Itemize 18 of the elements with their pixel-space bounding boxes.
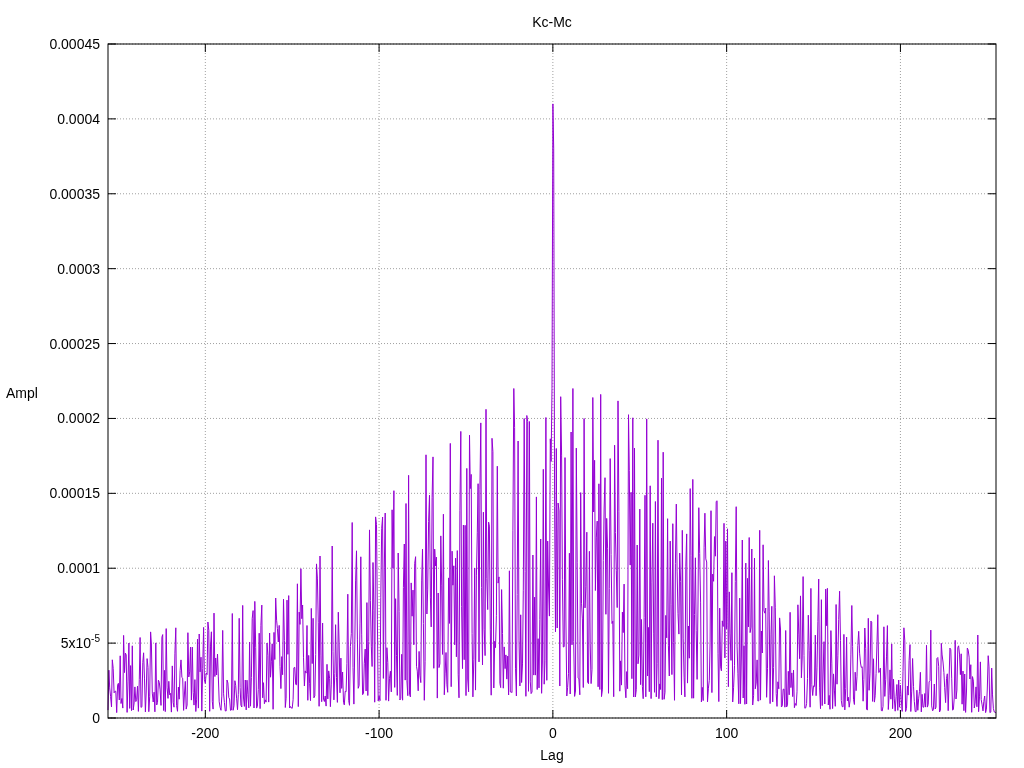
y-tick-label: 0.00025	[49, 335, 100, 352]
y-axis-label: Ampl	[6, 385, 38, 401]
y-tick-label: 0.00045	[49, 36, 100, 52]
y-tick-label: 0.0001	[57, 560, 100, 577]
x-tick-label: 0	[548, 725, 557, 741]
x-tick-label: -200	[191, 725, 220, 741]
x-tick-label: 200	[888, 725, 913, 741]
y-tick-label: 0.0004	[57, 110, 100, 127]
x-tick-label: -100	[365, 725, 394, 741]
y-tick-label: 0.00015	[49, 485, 100, 502]
y-tick-label: 0.00035	[49, 185, 100, 202]
y-tick-label: 0.0002	[57, 410, 100, 427]
y-tick-label: 5x10$^{-5}$	[60, 635, 100, 652]
y-tick-label: 0	[92, 710, 100, 726]
x-tick-label: 100	[714, 725, 739, 741]
x-axis-label: Lag	[540, 747, 564, 763]
chart-title: Kc-Mc	[532, 14, 572, 30]
y-tick-label: 0.0003	[57, 260, 100, 277]
